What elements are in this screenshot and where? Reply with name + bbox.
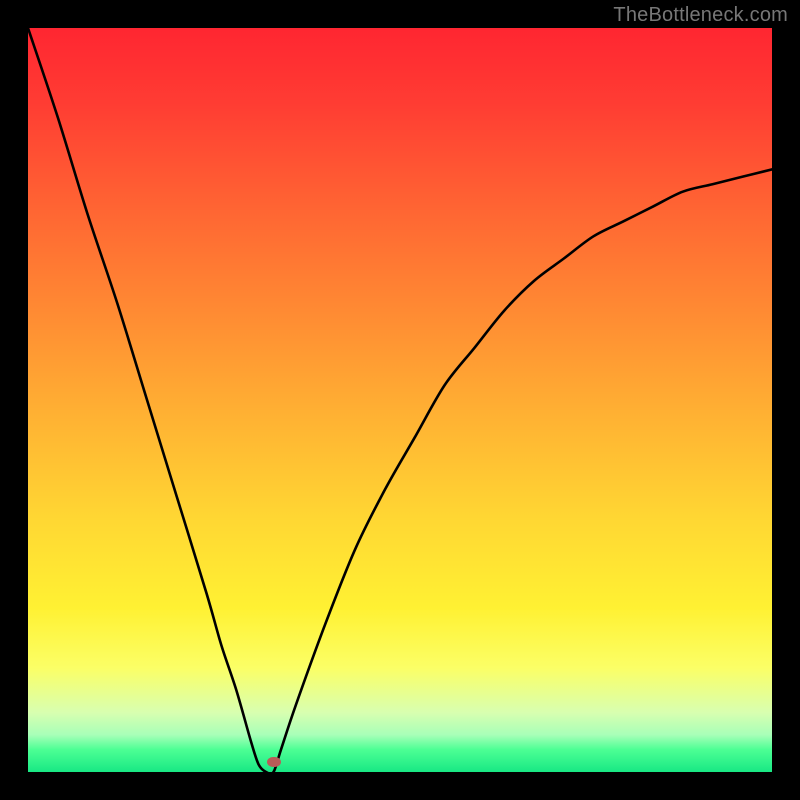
plot-area — [28, 28, 772, 772]
minimum-marker — [267, 757, 281, 767]
watermark-text: TheBottleneck.com — [613, 4, 788, 27]
chart-stage: TheBottleneck.com — [0, 0, 800, 800]
bottleneck-curve — [28, 28, 772, 772]
curve-layer — [28, 28, 772, 772]
